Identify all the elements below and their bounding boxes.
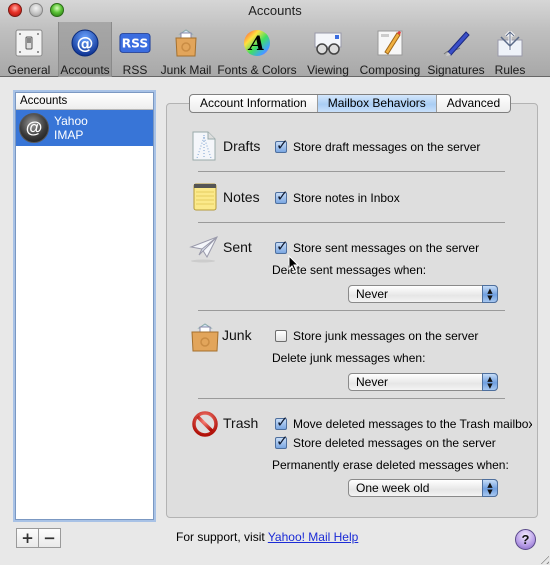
drafts-section-title: Drafts [223,138,261,154]
toolbar-composing[interactable]: Composing [356,22,424,77]
account-avatar-icon: @ [19,113,49,143]
toolbar-label: Rules [494,63,526,77]
window-title: Accounts [248,3,302,18]
accounts-list-header: Accounts [16,93,153,110]
store-junk-label: Store junk messages on the server [293,329,479,343]
toolbar-fonts-colors[interactable]: A Fonts & Colors [214,22,300,77]
toolbar-label: Viewing [307,63,349,77]
tab-bar: Account Information Mailbox Behaviors Ad… [189,94,512,113]
store-deleted-on-server-row[interactable]: Store deleted messages on the server [275,432,496,450]
delete-sent-when-popup[interactable]: Never ▲ ▼ [348,285,498,303]
store-sent-checkbox[interactable] [275,237,289,255]
toolbar-label: Composing [359,63,421,77]
support-text: For support, visit Yahoo! Mail Help [176,530,358,544]
junk-bag-icon [170,27,202,59]
tab-advanced[interactable]: Advanced [435,95,510,112]
account-name: Yahoo [54,114,88,128]
preferences-toolbar: General @ Accounts RSS RSS Junk Mail A F… [0,22,550,77]
toolbar-rss[interactable]: RSS RSS [112,22,158,77]
toolbar-accounts[interactable]: @ Accounts [58,22,112,77]
popup-arrows-icon: ▲ ▼ [482,373,498,391]
add-account-button[interactable]: + [17,529,38,547]
window-titlebar: Accounts General @ Accounts RSS RSS Junk… [0,0,550,77]
store-notes-checkbox[interactable] [275,187,289,205]
erase-deleted-when-value: One week old [356,481,430,495]
account-row-yahoo[interactable]: @ Yahoo IMAP [16,110,153,146]
erase-deleted-when-popup[interactable]: One week old ▲ ▼ [348,479,498,497]
popup-arrows-icon: ▲ ▼ [482,479,498,497]
notes-section-title: Notes [223,189,260,205]
toolbar-label: Fonts & Colors [217,63,297,77]
store-junk-on-server-row[interactable]: Store junk messages on the server [275,329,478,343]
sent-section-title: Sent [223,239,252,255]
move-to-trash-row[interactable]: Move deleted messages to the Trash mailb… [275,417,532,431]
trash-prohibited-icon [192,411,222,441]
store-notes-label: Store notes in Inbox [293,191,400,205]
color-wheel-icon: A [241,27,273,59]
toolbar-label: Junk Mail [160,63,212,77]
pen-icon [440,27,472,59]
section-divider [198,222,505,223]
trash-section-title: Trash [223,415,259,431]
toolbar-rules[interactable]: Rules [488,22,532,77]
at-sign-icon: @ [69,27,101,59]
toolbar-viewing[interactable]: Viewing [300,22,356,77]
toolbar-label: General [7,63,51,77]
toolbar-junk-mail[interactable]: Junk Mail [158,22,214,77]
add-remove-control: + − [16,528,61,548]
toolbar-label: Signatures [427,63,485,77]
svg-text:A: A [247,31,265,55]
store-deleted-checkbox[interactable] [275,432,289,450]
tab-account-information[interactable]: Account Information [190,95,317,112]
junk-section-title: Junk [222,327,252,343]
drafts-document-icon [191,131,221,161]
svg-text:@: @ [77,34,94,54]
store-drafts-label: Store draft messages on the server [293,140,481,154]
delete-junk-when-popup[interactable]: Never ▲ ▼ [348,373,498,391]
toolbar-signatures[interactable]: Signatures [424,22,488,77]
notes-notepad-icon [193,183,223,213]
erase-deleted-when-label: Permanently erase deleted messages when: [272,458,509,472]
resize-grip[interactable] [537,552,549,564]
store-notes-in-inbox-row[interactable]: Store notes in Inbox [275,187,400,205]
move-to-trash-checkbox[interactable] [275,417,289,431]
pencil-paper-icon [374,27,406,59]
section-divider [198,310,505,311]
toolbar-general[interactable]: General [0,22,58,77]
delete-junk-when-label: Delete junk messages when: [272,351,426,365]
sent-paper-plane-icon [189,235,219,265]
help-button[interactable]: ? [515,529,536,550]
store-sent-label: Store sent messages on the server [293,241,480,255]
junk-bag-icon [190,322,220,352]
delete-sent-when-value: Never [356,287,389,301]
accounts-list[interactable]: Accounts @ Yahoo IMAP [15,92,154,520]
switch-icon [13,27,45,59]
store-drafts-on-server-row[interactable]: Store draft messages on the server [275,136,481,154]
rss-icon: RSS [119,27,151,59]
delete-junk-when-value: Never [356,375,389,389]
yahoo-mail-help-link[interactable]: Yahoo! Mail Help [268,530,359,544]
svg-text:RSS: RSS [122,37,148,51]
toolbar-label: RSS [122,63,148,77]
glasses-icon [312,27,344,59]
account-type: IMAP [54,128,84,142]
store-sent-on-server-row[interactable]: Store sent messages on the server [275,237,480,255]
rules-arrows-icon [494,27,526,59]
toolbar-label: Accounts [60,63,110,77]
move-to-trash-label: Move deleted messages to the Trash mailb… [293,417,532,431]
store-drafts-checkbox[interactable] [275,136,289,154]
remove-account-button[interactable]: − [38,529,60,547]
section-divider [198,171,505,172]
support-prefix: For support, visit [176,530,268,544]
tab-mailbox-behaviors[interactable]: Mailbox Behaviors [316,95,436,112]
store-junk-checkbox[interactable] [275,330,287,342]
section-divider [198,398,505,399]
popup-arrows-icon: ▲ ▼ [482,285,498,303]
store-deleted-label: Store deleted messages on the server [293,436,496,450]
